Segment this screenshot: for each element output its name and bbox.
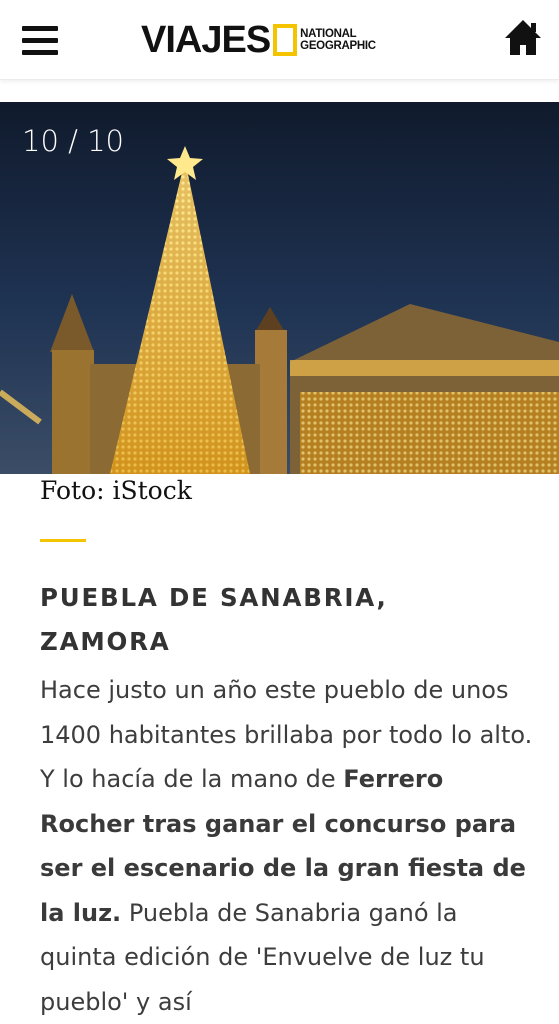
slide-counter: 10 / 10 [22,124,125,158]
photo-caption: Foto: iStock [40,476,192,505]
home-icon[interactable] [503,18,543,58]
title-line-2: ZAMORA [40,627,171,656]
title-line-1: PUEBLA DE SANABRIA, [40,583,388,612]
paragraph-text: Hace justo un año este pueblo de unos 14… [40,676,533,793]
logo-viajes-text: VIAJES [141,19,271,61]
yellow-border-logo-icon [273,24,298,56]
top-header: VIAJES NATIONAL GEOGRAPHIC [0,0,559,80]
logo-national-geographic: NATIONAL GEOGRAPHIC [300,28,376,52]
hamburger-menu-icon[interactable] [22,26,58,56]
logo-ng-line1: NATIONAL [300,28,357,40]
accent-divider [40,539,86,542]
logo-ng-line2: GEOGRAPHIC [300,40,376,52]
article-title: PUEBLA DE SANABRIA, ZAMORA [40,576,530,664]
gallery-photo[interactable]: 10 / 10 [0,102,559,474]
article-paragraph: Hace justo un año este pueblo de unos 14… [40,668,540,1024]
site-logo[interactable]: VIAJES NATIONAL GEOGRAPHIC [141,20,376,60]
